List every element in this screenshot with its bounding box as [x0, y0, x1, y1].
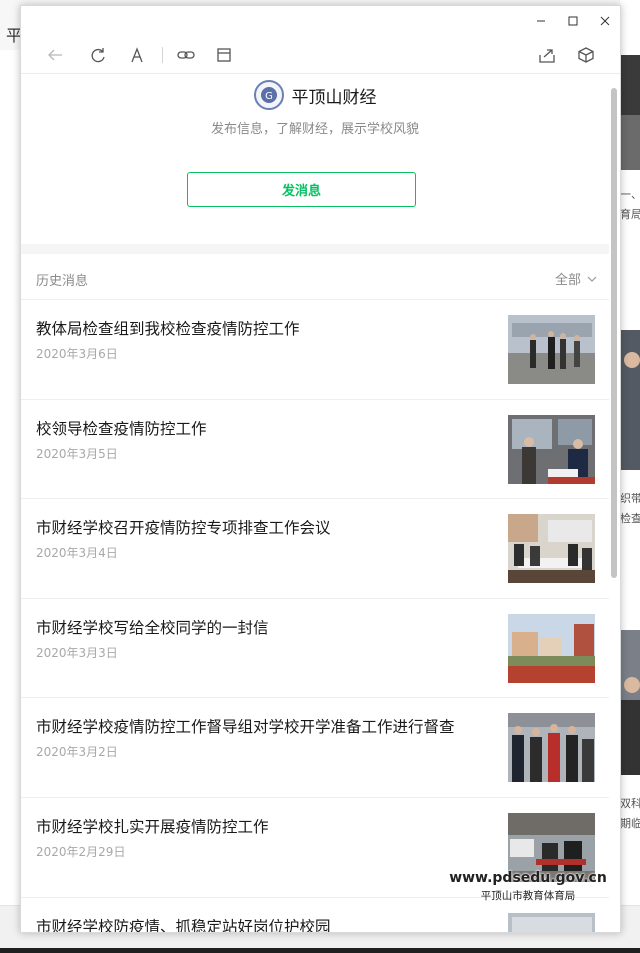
arrow-left-icon	[48, 49, 62, 61]
account-description: 发布信息，了解财经，展示学校风貌	[210, 122, 419, 137]
chevron-down-icon	[587, 276, 597, 282]
background-thumbnail	[620, 55, 640, 170]
article-title: 市财经学校扎实开展疫情防控工作	[36, 817, 269, 836]
article-thumbnail	[508, 613, 595, 683]
font-icon	[131, 47, 143, 63]
title-bar[interactable]	[21, 6, 620, 36]
article-item[interactable]: 校领导检查疫情防控工作 2020年3月5日	[21, 400, 609, 500]
minimize-button[interactable]	[529, 10, 553, 32]
article-date: 2020年3月5日	[36, 446, 118, 461]
close-icon	[600, 16, 610, 26]
scrollbar-thumb[interactable]	[611, 88, 617, 578]
font-size-button[interactable]	[125, 44, 149, 66]
article-date: 2020年3月2日	[36, 745, 118, 760]
article-date: 2020年3月4日	[36, 546, 118, 561]
article-date: 2020年3月3日	[36, 645, 118, 660]
back-button[interactable]	[43, 44, 67, 66]
background-thumbnail	[620, 630, 640, 775]
section-divider	[21, 244, 609, 254]
background-snippet: 检查	[620, 512, 640, 525]
history-header: 历史消息 全部	[21, 254, 609, 300]
background-snippet: 育局	[620, 208, 640, 221]
article-title: 市财经学校写给全校同学的一封信	[36, 618, 269, 637]
watermark: www.pdsedu.gov.cn 平顶山市教育体育局	[448, 870, 608, 903]
article-thumbnail	[508, 315, 595, 384]
share-icon	[539, 49, 555, 63]
school-logo-icon: G	[253, 80, 284, 110]
article-title: 教体局检查组到我校检查疫情防控工作	[36, 320, 300, 338]
maximize-icon	[568, 16, 578, 26]
svg-text:G: G	[265, 91, 273, 102]
scrollbar[interactable]	[610, 84, 618, 932]
share-button[interactable]	[535, 44, 559, 66]
browser-toolbar	[21, 36, 620, 74]
article-item[interactable]: 教体局检查组到我校检查疫情防控工作 2020年3月6日	[21, 300, 609, 400]
toolbar-divider	[162, 47, 163, 63]
filter-label: 全部	[554, 273, 581, 288]
article-item[interactable]: 市财经学校疫情防控工作督导组对学校开学准备工作进行督查 2020年3月2日	[21, 698, 609, 798]
close-button[interactable]	[593, 10, 617, 32]
refresh-icon	[91, 48, 105, 63]
article-thumbnail	[508, 414, 595, 484]
background-snippet: 一、	[620, 188, 640, 201]
account-profile: G 平顶山财经 发布信息，了解财经，展示学校风貌 发消息	[21, 74, 609, 244]
taskbar-edge	[0, 948, 640, 953]
mini-program-button[interactable]	[574, 44, 598, 66]
account-header: G 平顶山财经	[21, 80, 609, 110]
content-area: G 平顶山财经 发布信息，了解财经，展示学校风貌 发消息 历史消息 全部 教体局…	[21, 74, 609, 933]
background-snippet: 双科表	[620, 797, 640, 810]
article-thumbnail	[508, 713, 595, 783]
background-snippet: 织带领	[620, 492, 640, 505]
background-right-column: 一、 育局 织带领 检查 双科表 期临市	[620, 0, 640, 953]
article-title: 市财经学校疫情防控工作督导组对学校开学准备工作进行督查	[36, 718, 455, 737]
refresh-button[interactable]	[86, 44, 110, 66]
article-date: 2020年2月29日	[36, 844, 126, 859]
link-icon	[177, 51, 195, 59]
article-title: 校领导检查疫情防控工作	[36, 419, 207, 438]
article-thumbnail	[508, 514, 595, 584]
history-filter-dropdown[interactable]: 全部	[555, 269, 597, 288]
article-title: 市财经学校防疫情、抓稳定站好岗位护校园	[36, 917, 331, 933]
watermark-org: 平顶山市教育体育局	[480, 890, 576, 902]
article-title: 市财经学校召开疫情防控专项排查工作会议	[36, 519, 331, 538]
article-item[interactable]: 市财经学校召开疫情防控专项排查工作会议 2020年3月4日	[21, 499, 609, 599]
article-item[interactable]: 市财经学校写给全校同学的一封信 2020年3月3日	[21, 599, 609, 699]
send-message-button[interactable]: 发消息	[187, 172, 416, 207]
history-title: 历史消息	[36, 274, 89, 289]
copy-link-button[interactable]	[174, 44, 198, 66]
maximize-button[interactable]	[561, 10, 585, 32]
window-icon	[217, 48, 231, 62]
background-left-strip	[0, 50, 20, 910]
open-window-button[interactable]	[212, 44, 236, 66]
article-date: 2020年3月6日	[36, 347, 118, 361]
minimize-icon	[537, 20, 545, 22]
cube-icon	[578, 47, 594, 63]
article-list-window: G 平顶山财经 发布信息，了解财经，展示学校风貌 发消息 历史消息 全部 教体局…	[20, 5, 621, 933]
account-name[interactable]: 平顶山财经	[292, 83, 377, 108]
watermark-url: www.pdsedu.gov.cn	[449, 870, 607, 886]
background-snippet: 期临市	[620, 817, 640, 830]
article-thumbnail	[508, 912, 595, 932]
background-thumbnail	[620, 330, 640, 470]
school-emblem-icon: G	[260, 87, 277, 103]
